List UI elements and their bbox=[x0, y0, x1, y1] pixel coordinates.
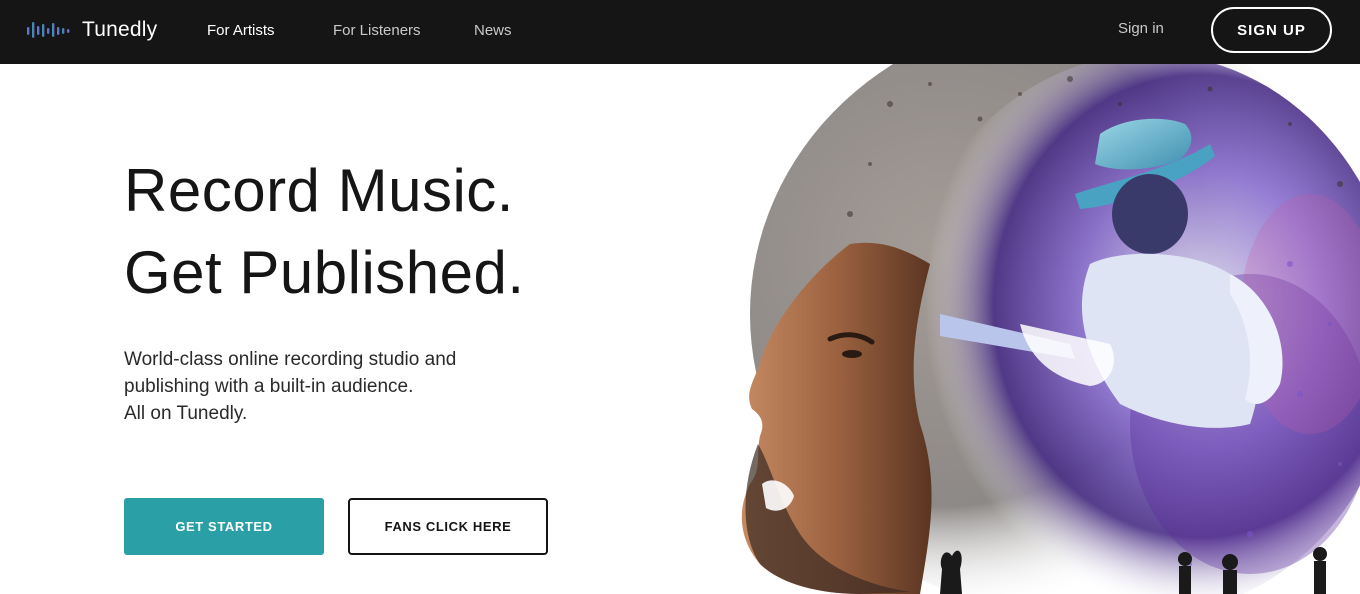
headline-line-1: Record Music. bbox=[124, 157, 514, 224]
top-navbar: Tunedly For Artists For Listeners News S… bbox=[0, 0, 1360, 64]
hero-subtitle: World-class online recording studio and … bbox=[124, 346, 584, 427]
nav-link-news[interactable]: News bbox=[474, 22, 512, 39]
subtitle-line-1: World-class online recording studio and bbox=[124, 349, 457, 370]
hero-headline: Record Music. Get Published. bbox=[124, 150, 744, 314]
sign-in-link[interactable]: Sign in bbox=[1118, 20, 1164, 37]
nav-link-for-listeners[interactable]: For Listeners bbox=[333, 22, 421, 39]
subtitle-line-3: All on Tunedly. bbox=[124, 403, 248, 424]
subtitle-line-2: publishing with a built-in audience. bbox=[124, 376, 414, 397]
brand-logo[interactable]: Tunedly bbox=[26, 16, 157, 44]
headline-line-2: Get Published. bbox=[124, 239, 525, 306]
nav-link-for-artists[interactable]: For Artists bbox=[207, 22, 275, 39]
sign-up-button[interactable]: SIGN UP bbox=[1211, 7, 1332, 53]
hero-image bbox=[690, 64, 1360, 594]
brand-name: Tunedly bbox=[82, 18, 158, 41]
get-started-button[interactable]: GET STARTED bbox=[124, 498, 324, 555]
fans-click-here-button[interactable]: FANS CLICK HERE bbox=[348, 498, 548, 555]
equalizer-bars-icon bbox=[27, 22, 70, 38]
